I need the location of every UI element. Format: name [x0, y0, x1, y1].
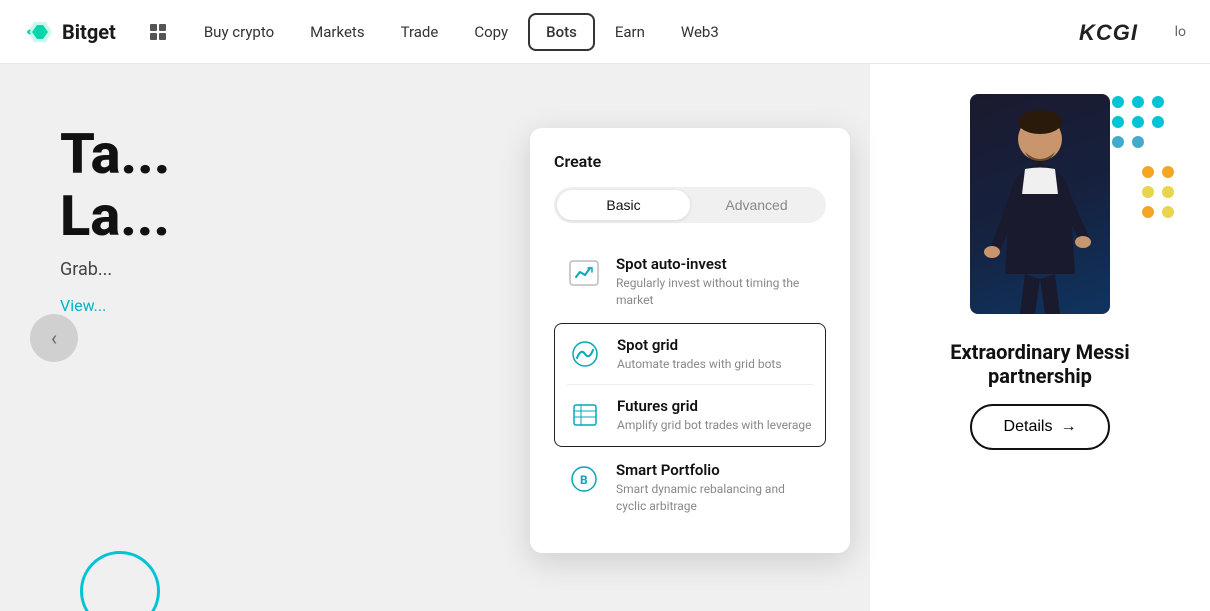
- hero-title-line1: Ta...: [60, 124, 170, 186]
- menu-item-spot-grid[interactable]: Spot grid Automate trades with grid bots: [555, 324, 825, 385]
- bitget-logo-icon: [24, 16, 56, 48]
- teal-dot: [1152, 96, 1164, 108]
- svg-text:B: B: [580, 473, 588, 487]
- teal-dot: [1112, 96, 1124, 108]
- arrow-icon: →: [1060, 418, 1076, 436]
- tab-group: Basic Advanced: [554, 187, 826, 223]
- nav-items: Buy crypto Markets Trade Copy Bots Earn …: [188, 13, 1079, 51]
- yellow-dot: [1142, 206, 1154, 218]
- carousel-prev-button[interactable]: ‹: [30, 314, 78, 362]
- hero-text: Ta... La... Grab... View...: [60, 124, 170, 315]
- yellow-dot: [1162, 206, 1174, 218]
- yellow-dot: [1162, 166, 1174, 178]
- logo[interactable]: Bitget: [24, 16, 116, 48]
- menu-item-smart-portfolio[interactable]: B Smart Portfolio Smart dynamic rebalanc…: [554, 449, 826, 527]
- spot-grid-desc: Automate trades with grid bots: [617, 356, 782, 373]
- futures-grid-desc: Amplify grid bot trades with leverage: [617, 417, 812, 434]
- smart-portfolio-icon: B: [566, 461, 602, 497]
- teal-dot: [1132, 116, 1144, 128]
- main-area: Ta... La... Grab... View... ‹: [0, 64, 1210, 611]
- spot-auto-invest-desc: Regularly invest without timing the mark…: [616, 275, 814, 309]
- teal-dot: [1132, 136, 1144, 148]
- details-button[interactable]: Details →: [970, 404, 1111, 450]
- tab-basic[interactable]: Basic: [557, 190, 690, 220]
- futures-grid-title: Futures grid: [617, 397, 812, 415]
- navbar: Bitget Buy crypto Markets Trade Copy Bot…: [0, 0, 1210, 64]
- nav-item-bots[interactable]: Bots: [528, 13, 595, 51]
- menu-item-spot-auto-invest[interactable]: Spot auto-invest Regularly invest withou…: [554, 243, 826, 321]
- nav-item-earn[interactable]: Earn: [599, 15, 661, 49]
- yellow-dot: [1162, 186, 1174, 198]
- messi-image-area: [900, 84, 1180, 324]
- teal-dot: [1112, 116, 1124, 128]
- kcgi-logo: KCGI: [1079, 18, 1159, 46]
- teal-dot: [1112, 136, 1124, 148]
- smart-portfolio-title: Smart Portfolio: [616, 461, 814, 479]
- nav-right-text: lo: [1175, 24, 1186, 40]
- grid-icon[interactable]: [148, 22, 168, 42]
- hero-title-line2: La...: [60, 186, 170, 248]
- highlighted-items-box: Spot grid Automate trades with grid bots: [554, 323, 826, 448]
- bottom-circle-decoration: [80, 551, 160, 611]
- svg-text:KCGI: KCGI: [1079, 20, 1138, 45]
- nav-item-buy-crypto[interactable]: Buy crypto: [188, 15, 290, 49]
- tab-advanced[interactable]: Advanced: [690, 190, 823, 220]
- messi-figure: [970, 94, 1110, 314]
- logo-text: Bitget: [62, 20, 116, 44]
- teal-dot: [1152, 116, 1164, 128]
- hero-view[interactable]: View...: [60, 296, 170, 315]
- futures-grid-icon: [567, 397, 603, 433]
- messi-partnership-title: Extraordinary Messipartnership: [950, 340, 1129, 388]
- nav-item-trade[interactable]: Trade: [385, 15, 455, 49]
- spot-auto-invest-title: Spot auto-invest: [616, 255, 814, 273]
- nav-item-web3[interactable]: Web3: [665, 15, 735, 49]
- teal-dot: [1132, 96, 1144, 108]
- spot-grid-title: Spot grid: [617, 336, 782, 354]
- yellow-dot: [1142, 166, 1154, 178]
- hero-subtitle: Grab...: [60, 259, 170, 280]
- smart-portfolio-desc: Smart dynamic rebalancing and cyclic arb…: [616, 481, 814, 515]
- spot-grid-icon: [567, 336, 603, 372]
- menu-item-futures-grid[interactable]: Futures grid Amplify grid bot trades wit…: [555, 385, 825, 446]
- bots-dropdown-panel: Create Basic Advanced Spot auto-invest R…: [530, 128, 850, 553]
- nav-right: lo: [1175, 24, 1186, 40]
- nav-item-copy[interactable]: Copy: [458, 15, 524, 49]
- yellow-dot: [1142, 186, 1154, 198]
- spot-auto-invest-icon: [566, 255, 602, 291]
- create-label: Create: [554, 152, 826, 171]
- messi-panel: Extraordinary Messipartnership Details →: [870, 64, 1210, 611]
- nav-item-markets[interactable]: Markets: [294, 15, 380, 49]
